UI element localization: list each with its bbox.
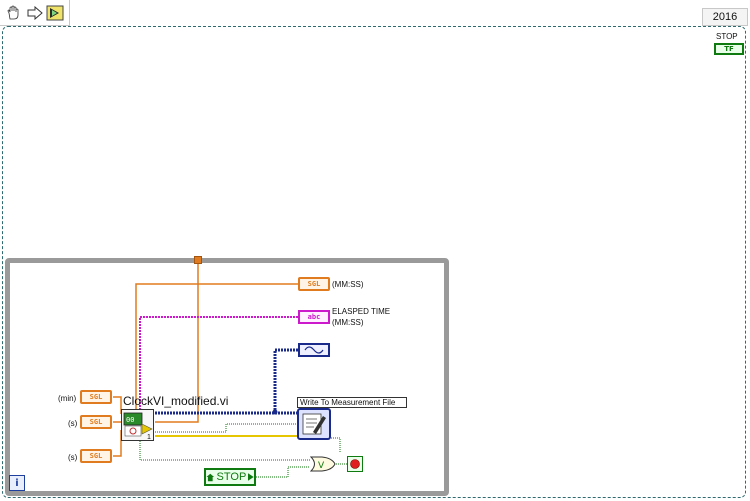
write-file-icon (302, 413, 326, 435)
abc-text: abc (307, 313, 321, 321)
stop-sign-icon (350, 459, 360, 469)
triangle-right-icon (248, 473, 254, 481)
sgl-text: SGL (89, 418, 103, 426)
write-measurement-file-vi[interactable] (297, 408, 331, 440)
wire-green-2 (139, 441, 310, 461)
indicator-mmss-label: (MM:SS) (332, 280, 364, 289)
sgl-text: SGL (89, 452, 103, 460)
indicator-mmss[interactable]: SGL (298, 277, 330, 291)
wire-green-3 (256, 466, 310, 478)
home-icon (206, 473, 215, 481)
stop-control[interactable]: STOP (204, 468, 256, 486)
wire-junction (272, 409, 278, 415)
svg-text:00: 00 (126, 416, 134, 424)
wire-green-1 (155, 423, 298, 433)
waveform-indicator[interactable] (298, 343, 330, 357)
wire-min (113, 396, 122, 414)
control-s2[interactable]: SGL (80, 449, 112, 463)
control-s1-label: (s) (68, 419, 78, 428)
subvi-label: ClockVI_modified.vi (123, 394, 229, 408)
waveform-icon (304, 346, 324, 354)
control-min-label: (min) (58, 394, 77, 403)
stop-control-label: STOP (216, 471, 247, 483)
subvi-sub-text: 1 (147, 434, 151, 440)
or-gate-icon[interactable]: V (310, 456, 336, 472)
indicator-elapsed-label-1: ELASPED TIME (332, 307, 391, 316)
indicator-elapsed-label-2: (MM:SS) (332, 318, 364, 327)
express-vi-label: Write To Measurement File (297, 397, 407, 408)
inner-stop-terminal[interactable] (347, 456, 363, 472)
control-min[interactable]: SGL (80, 390, 112, 404)
sgl-text: SGL (89, 393, 103, 401)
wire-diagram (113, 264, 347, 478)
sgl-text: SGL (307, 280, 321, 288)
wire-s2 (113, 430, 122, 457)
svg-text:V: V (318, 461, 325, 471)
control-s1[interactable]: SGL (80, 415, 112, 429)
clock-vi-icon: 00 1 (123, 412, 153, 441)
control-s2-label: (s) (68, 453, 78, 462)
indicator-elapsed[interactable]: abc (298, 310, 330, 324)
wire-green-5 (331, 437, 341, 452)
subvi-clock[interactable]: 00 1 (121, 409, 154, 441)
